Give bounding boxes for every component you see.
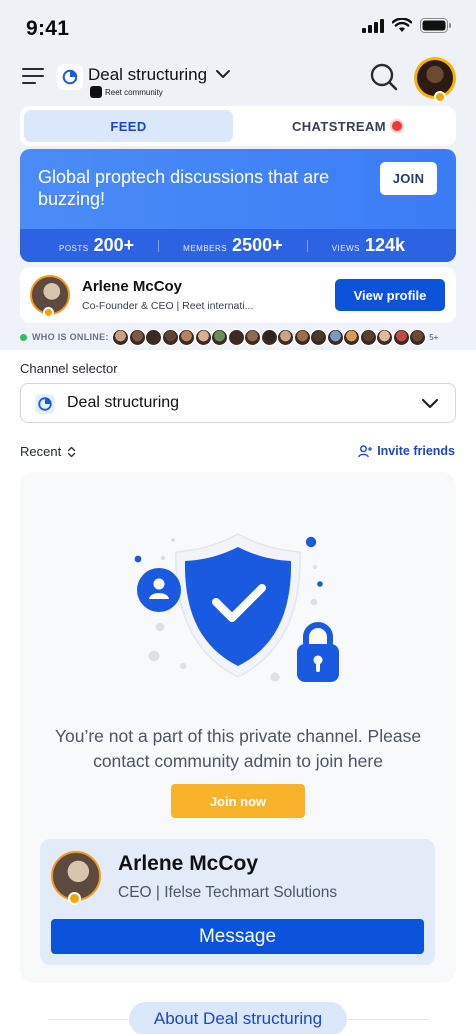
app-header: Deal structuring Reet community bbox=[0, 57, 476, 103]
channel-logo-icon bbox=[35, 394, 55, 414]
tab-chatstream[interactable]: CHATSTREAM bbox=[242, 110, 452, 142]
message-button[interactable]: Message bbox=[51, 919, 424, 954]
private-channel-card: You’re not a part of this private channe… bbox=[20, 472, 456, 983]
search-icon[interactable] bbox=[369, 62, 399, 92]
online-avatar[interactable] bbox=[326, 328, 344, 346]
stat-value: 200+ bbox=[93, 235, 135, 255]
live-indicator-icon bbox=[392, 121, 403, 131]
tab-chatstream-label: CHATSTREAM bbox=[291, 118, 387, 134]
private-channel-message: You’re not a part of this private channe… bbox=[54, 726, 422, 771]
profile-role: Co-Founder & CEO | Reet internati... bbox=[82, 300, 254, 312]
channel-logo-icon bbox=[57, 64, 83, 90]
online-avatar[interactable] bbox=[359, 328, 377, 346]
badge-icon bbox=[434, 91, 446, 103]
stat-views: VIEWS 124k bbox=[332, 235, 405, 256]
status-icons bbox=[362, 18, 452, 33]
online-avatar[interactable] bbox=[178, 328, 196, 346]
divider bbox=[348, 1019, 428, 1020]
stat-value: 124k bbox=[364, 235, 406, 255]
online-avatar[interactable] bbox=[310, 328, 328, 346]
tab-bar: FEED CHATSTREAM bbox=[20, 106, 456, 146]
sort-control[interactable]: Recent bbox=[20, 444, 76, 459]
online-more[interactable]: 5+ bbox=[429, 333, 438, 342]
online-avatar[interactable] bbox=[376, 328, 394, 346]
online-avatar[interactable] bbox=[244, 328, 262, 346]
channel-selector[interactable]: Deal structuring bbox=[20, 383, 456, 423]
online-avatar[interactable] bbox=[277, 328, 295, 346]
about-pill[interactable]: About Deal structuring bbox=[129, 1002, 347, 1034]
chevron-down-icon bbox=[421, 398, 439, 409]
profile-name: Arlene McCoy bbox=[82, 278, 183, 295]
chevron-down-icon[interactable] bbox=[215, 68, 231, 80]
avatar[interactable] bbox=[30, 275, 70, 318]
community-label: Reet community bbox=[90, 86, 163, 98]
sort-icon bbox=[68, 446, 76, 457]
stat-posts: POSTS 200+ bbox=[59, 235, 134, 256]
divider bbox=[158, 239, 160, 252]
channel-title[interactable]: Deal structuring bbox=[88, 65, 207, 85]
stat-label: MEMBERS bbox=[183, 244, 228, 253]
admin-name: Arlene McCoy bbox=[118, 852, 259, 875]
avatar[interactable] bbox=[414, 57, 456, 103]
online-avatar[interactable] bbox=[343, 328, 361, 346]
channel-selector-label: Channel selector bbox=[20, 361, 118, 376]
status-bar: 9:41 bbox=[0, 0, 476, 58]
channel-selector-value: Deal structuring bbox=[67, 394, 180, 411]
badge-icon bbox=[43, 307, 54, 318]
online-avatar[interactable] bbox=[392, 328, 410, 346]
divider bbox=[48, 1019, 128, 1020]
community-name: Reet community bbox=[105, 87, 163, 97]
online-avatar[interactable] bbox=[161, 328, 179, 346]
sort-label: Recent bbox=[20, 444, 62, 459]
add-user-icon bbox=[358, 444, 373, 457]
badge-icon bbox=[68, 892, 81, 905]
online-avatar[interactable] bbox=[112, 328, 130, 346]
shield-lock-illustration bbox=[134, 533, 339, 682]
online-dot-icon bbox=[20, 333, 27, 341]
join-now-button[interactable]: Join now bbox=[171, 784, 305, 818]
admin-contact-card: Arlene McCoy CEO | Ifelse Techmart Solut… bbox=[40, 839, 435, 965]
profile-card: Arlene McCoy Co-Founder & CEO | Reet int… bbox=[20, 267, 456, 323]
battery-icon bbox=[420, 18, 451, 33]
view-profile-button[interactable]: View profile bbox=[335, 279, 445, 311]
stat-label: POSTS bbox=[59, 244, 89, 253]
banner-stats: POSTS 200+ MEMBERS 2500+ VIEWS 124k bbox=[20, 229, 456, 262]
online-avatar[interactable] bbox=[260, 328, 278, 346]
stat-label: VIEWS bbox=[331, 244, 360, 253]
online-avatar[interactable] bbox=[227, 328, 245, 346]
status-time: 9:41 bbox=[26, 17, 70, 40]
stat-members: MEMBERS 2500+ bbox=[183, 235, 283, 256]
banner-headline: Global proptech discussions that are buz… bbox=[38, 167, 330, 209]
divider bbox=[306, 239, 308, 252]
wifi-icon bbox=[392, 18, 412, 32]
tab-feed[interactable]: FEED bbox=[24, 110, 233, 142]
online-avatars[interactable] bbox=[112, 328, 427, 346]
signal-icon bbox=[362, 18, 384, 33]
online-avatar[interactable] bbox=[128, 328, 146, 346]
online-avatar[interactable] bbox=[211, 328, 229, 346]
online-avatar[interactable] bbox=[194, 328, 212, 346]
stat-value: 2500+ bbox=[232, 235, 283, 255]
invite-friends-link[interactable]: Invite friends bbox=[358, 444, 455, 458]
tab-feed-label: FEED bbox=[110, 118, 147, 134]
about-section: About Deal structuring bbox=[0, 1000, 476, 1034]
community-logo-icon bbox=[90, 86, 102, 98]
join-button[interactable]: JOIN bbox=[380, 162, 437, 195]
online-label: WHO IS ONLINE: bbox=[32, 332, 109, 342]
community-banner: Global proptech discussions that are buz… bbox=[20, 149, 456, 262]
avatar[interactable] bbox=[51, 851, 101, 905]
admin-role: CEO | Ifelse Techmart Solutions bbox=[118, 884, 338, 901]
online-avatar[interactable] bbox=[409, 328, 427, 346]
invite-label: Invite friends bbox=[377, 444, 455, 458]
menu-icon[interactable] bbox=[22, 68, 44, 85]
online-avatar[interactable] bbox=[145, 328, 163, 346]
online-members: WHO IS ONLINE: 5+ bbox=[20, 327, 460, 347]
online-avatar[interactable] bbox=[293, 328, 311, 346]
